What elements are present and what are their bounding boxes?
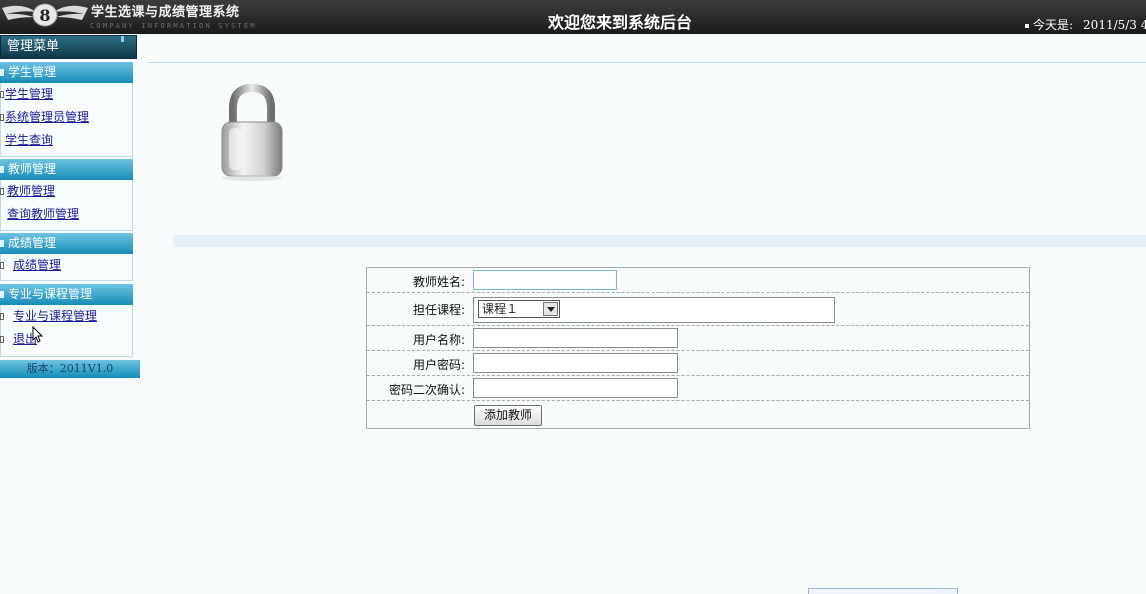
menu-title: 管理菜单: [0, 35, 137, 59]
content-band: [173, 235, 1146, 247]
course-select-container: 课程１: [473, 297, 835, 323]
sidebar-item-student-manage[interactable]: 学生管理: [0, 83, 132, 106]
menu-tick-icon: [121, 36, 124, 42]
bottom-status-tab: [808, 588, 958, 594]
item-bullet-icon: [0, 114, 4, 121]
welcome-title: 欢迎您来到系统后台: [548, 13, 693, 32]
form-row-username: 用户名称:: [367, 326, 1029, 351]
sidebar-item-student-query[interactable]: 学生查询: [1, 129, 132, 152]
username-label: 用户名称:: [412, 333, 465, 347]
bullet-icon: [1025, 23, 1029, 28]
today-display: 今天是: 2011/5/3 4:: [1025, 16, 1146, 33]
item-bullet-icon: [0, 91, 4, 98]
password-input[interactable]: [473, 353, 678, 373]
sidebar-item-label: 学生管理: [5, 87, 54, 101]
sidebar-item-label: 系统管理员管理: [5, 110, 90, 124]
version-label: 版本：2011V1.0: [0, 360, 140, 378]
sidebar-item-major-course-manage[interactable]: 专业与课程管理: [0, 305, 132, 328]
sidebar-item-label: 查询教师管理: [7, 207, 80, 221]
group-header-student: 学生管理: [0, 62, 133, 83]
teacher-name-label: 教师姓名:: [412, 275, 465, 289]
form-row-password: 用户密码:: [367, 351, 1029, 376]
chevron-down-icon[interactable]: [543, 302, 558, 316]
today-date: 2011/5/3 4:: [1083, 18, 1146, 32]
winged-logo-icon: 8: [2, 3, 88, 27]
form-row-confirm-password: 密码二次确认:: [367, 376, 1029, 401]
sidebar-item-label: 专业与课程管理: [13, 309, 98, 323]
sidebar-item-teacher-manage[interactable]: 教师管理: [0, 180, 132, 203]
group-teacher: 教师管理 教师管理 查询教师管理: [0, 159, 133, 231]
content-divider: [147, 62, 1146, 63]
today-label: 今天是:: [1033, 18, 1074, 32]
group-score: 成绩管理 成绩管理: [0, 233, 133, 281]
sidebar-item-score-manage[interactable]: 成绩管理: [0, 254, 132, 277]
menu-title-label: 管理菜单: [7, 39, 60, 54]
sidebar-item-teacher-query[interactable]: 查询教师管理: [1, 203, 132, 226]
sidebar-item-label: 教师管理: [7, 184, 56, 198]
item-bullet-icon: [0, 313, 4, 320]
password-label: 用户密码:: [412, 358, 465, 372]
group-student: 学生管理 学生管理 系统管理员管理 学生查询: [0, 62, 133, 157]
username-input[interactable]: [473, 328, 678, 348]
teacher-name-input[interactable]: [473, 270, 617, 290]
course-select[interactable]: 课程１: [478, 300, 560, 318]
sidebar-item-logout[interactable]: 退出: [0, 328, 132, 351]
course-select-value: 课程１: [482, 302, 519, 316]
sidebar: 管理菜单 学生管理 学生管理 系统管理员管理 学生查询 教师管理 教师管理 查询…: [0, 34, 140, 594]
system-subtitle: COMPANY INFORMATION SYSTEM: [90, 22, 257, 30]
sidebar-item-label: 成绩管理: [13, 258, 62, 272]
sidebar-item-label: 学生查询: [5, 133, 54, 147]
item-bullet-icon: [0, 188, 4, 195]
padlock-icon: [221, 83, 283, 181]
svg-text:8: 8: [39, 6, 50, 25]
sidebar-item-admin-manage[interactable]: 系统管理员管理: [0, 106, 132, 129]
form-row-course: 担任课程: 课程１: [367, 293, 1029, 326]
confirm-password-input[interactable]: [473, 378, 678, 398]
form-row-teacher-name: 教师姓名:: [367, 268, 1029, 293]
group-major-course: 专业与课程管理 专业与课程管理 退出: [0, 284, 133, 357]
top-header: 8 学生选课与成绩管理系统 COMPANY INFORMATION SYSTEM…: [0, 0, 1146, 34]
confirm-password-label: 密码二次确认:: [388, 383, 465, 397]
group-header-major-course: 专业与课程管理: [0, 284, 133, 305]
group-header-score: 成绩管理: [0, 233, 133, 254]
group-header-teacher: 教师管理: [0, 159, 133, 180]
item-bullet-icon: [0, 262, 4, 269]
add-teacher-form: 教师姓名: 担任课程: 课程１ 用户名称: 用户密码: 密码二次确认: 添加教师: [366, 267, 1030, 429]
course-label: 担任课程:: [412, 303, 465, 317]
mouse-cursor-icon: [32, 326, 44, 343]
add-teacher-button[interactable]: 添加教师: [474, 405, 542, 426]
system-title: 学生选课与成绩管理系统: [91, 5, 240, 20]
item-bullet-icon: [0, 336, 4, 343]
